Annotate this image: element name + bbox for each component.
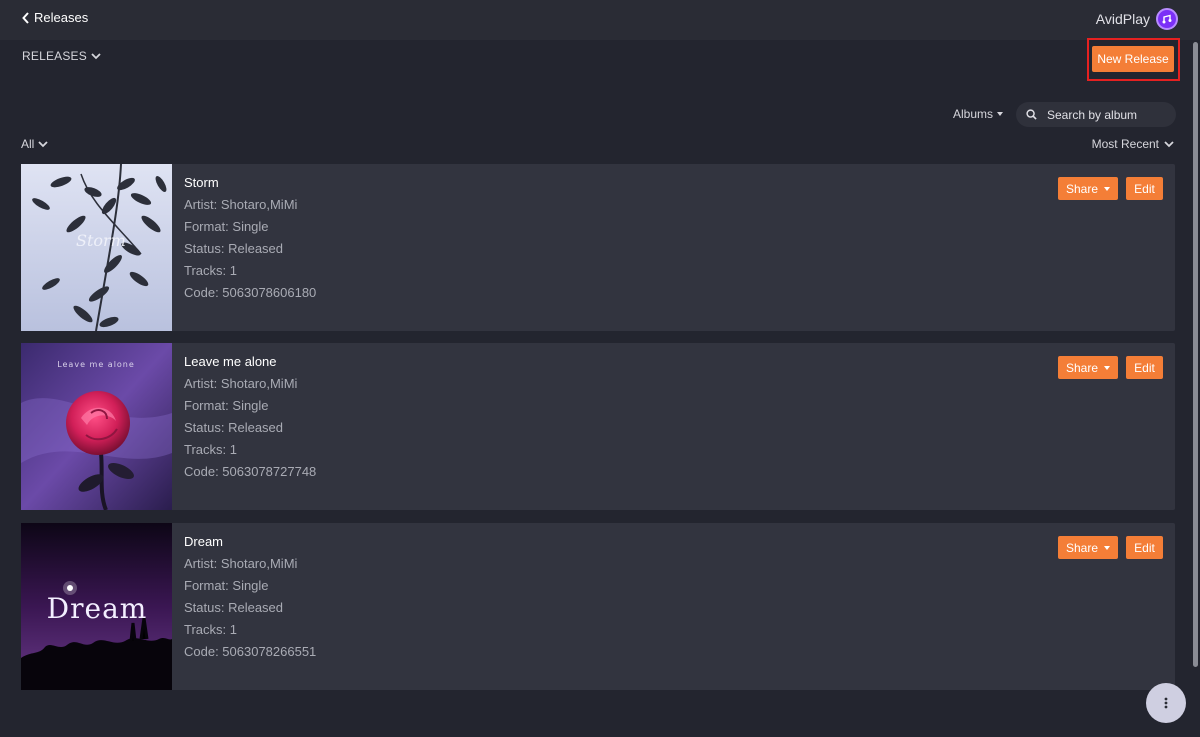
- brand: AvidPlay: [1096, 8, 1178, 30]
- scrollbar[interactable]: [1193, 42, 1198, 667]
- album-cover[interactable]: Dream: [21, 523, 172, 690]
- release-format: Format: Single: [184, 398, 269, 413]
- release-tracks: Tracks: 1: [184, 442, 237, 457]
- top-bar: Releases AvidPlay: [0, 0, 1200, 40]
- albums-label: Albums: [953, 107, 994, 121]
- share-label: Share: [1065, 181, 1099, 196]
- share-button[interactable]: Share: [1058, 356, 1118, 379]
- release-info: Dream Artist: Shotaro,MiMi Format: Singl…: [184, 531, 316, 663]
- chevron-down-icon: [1164, 141, 1174, 148]
- share-label: Share: [1065, 360, 1099, 375]
- chevron-left-icon: [22, 11, 29, 24]
- new-release-button[interactable]: New Release: [1092, 46, 1174, 72]
- filter-dropdown[interactable]: All: [21, 137, 48, 151]
- sort-dropdown[interactable]: Most Recent: [1092, 137, 1174, 151]
- more-menu-button[interactable]: [1146, 683, 1186, 723]
- release-artist: Artist: Shotaro,MiMi: [184, 376, 298, 391]
- chevron-down-icon: [38, 141, 48, 148]
- filter-label: All: [21, 137, 35, 151]
- cover-text: Leave me alone: [57, 360, 135, 369]
- release-info: Leave me alone Artist: Shotaro,MiMi Form…: [184, 351, 316, 483]
- release-code: Code: 5063078727748: [184, 464, 317, 479]
- caret-down-icon: [997, 112, 1004, 116]
- share-label: Share: [1065, 540, 1099, 555]
- release-status: Status: Released: [184, 600, 284, 615]
- release-title[interactable]: Dream: [184, 531, 316, 553]
- caret-down-icon: [1104, 545, 1111, 550]
- section-label: RELEASES: [22, 49, 87, 63]
- release-title[interactable]: Storm: [184, 172, 316, 194]
- share-button[interactable]: Share: [1058, 536, 1118, 559]
- edit-button[interactable]: Edit: [1126, 356, 1163, 379]
- albums-dropdown[interactable]: Albums: [953, 107, 1004, 121]
- caret-down-icon: [1104, 186, 1111, 191]
- release-tracks: Tracks: 1: [184, 263, 237, 278]
- search-input[interactable]: [1047, 107, 1162, 122]
- release-code: Code: 5063078266551: [184, 644, 317, 659]
- sort-label: Most Recent: [1091, 137, 1159, 151]
- release-card: Dream Dream Artist: Shotaro,MiMi Format:…: [21, 523, 1175, 690]
- back-link-label: Releases: [34, 10, 89, 25]
- caret-down-icon: [1104, 365, 1111, 370]
- search-icon: [1026, 109, 1037, 120]
- release-card: Leave me alone Leave me alone Artist: Sh…: [21, 343, 1175, 510]
- brand-name: AvidPlay: [1095, 11, 1150, 27]
- release-status: Status: Released: [184, 420, 284, 435]
- avidplay-logo-icon: [1156, 8, 1178, 30]
- releases-section-dropdown[interactable]: RELEASES: [22, 49, 101, 63]
- more-vertical-icon: [1164, 697, 1168, 709]
- back-link[interactable]: Releases: [22, 10, 88, 25]
- cover-text: Dream: [47, 592, 148, 625]
- album-cover[interactable]: Storm: [21, 164, 172, 331]
- cover-text: Storm: [76, 231, 126, 250]
- edit-button[interactable]: Edit: [1126, 536, 1163, 559]
- search-box: [1016, 102, 1176, 127]
- release-artist: Artist: Shotaro,MiMi: [184, 556, 298, 571]
- release-code: Code: 5063078606180: [184, 285, 317, 300]
- share-button[interactable]: Share: [1058, 177, 1118, 200]
- release-artist: Artist: Shotaro,MiMi: [184, 197, 298, 212]
- release-status: Status: Released: [184, 241, 284, 256]
- release-tracks: Tracks: 1: [184, 622, 237, 637]
- album-cover[interactable]: Leave me alone: [21, 343, 172, 510]
- release-format: Format: Single: [184, 219, 269, 234]
- release-title[interactable]: Leave me alone: [184, 351, 316, 373]
- release-info: Storm Artist: Shotaro,MiMi Format: Singl…: [184, 172, 316, 304]
- edit-button[interactable]: Edit: [1126, 177, 1163, 200]
- chevron-down-icon: [91, 53, 101, 60]
- release-format: Format: Single: [184, 578, 269, 593]
- release-card: Storm Storm Artist: Shotaro,MiMi Format:…: [21, 164, 1175, 331]
